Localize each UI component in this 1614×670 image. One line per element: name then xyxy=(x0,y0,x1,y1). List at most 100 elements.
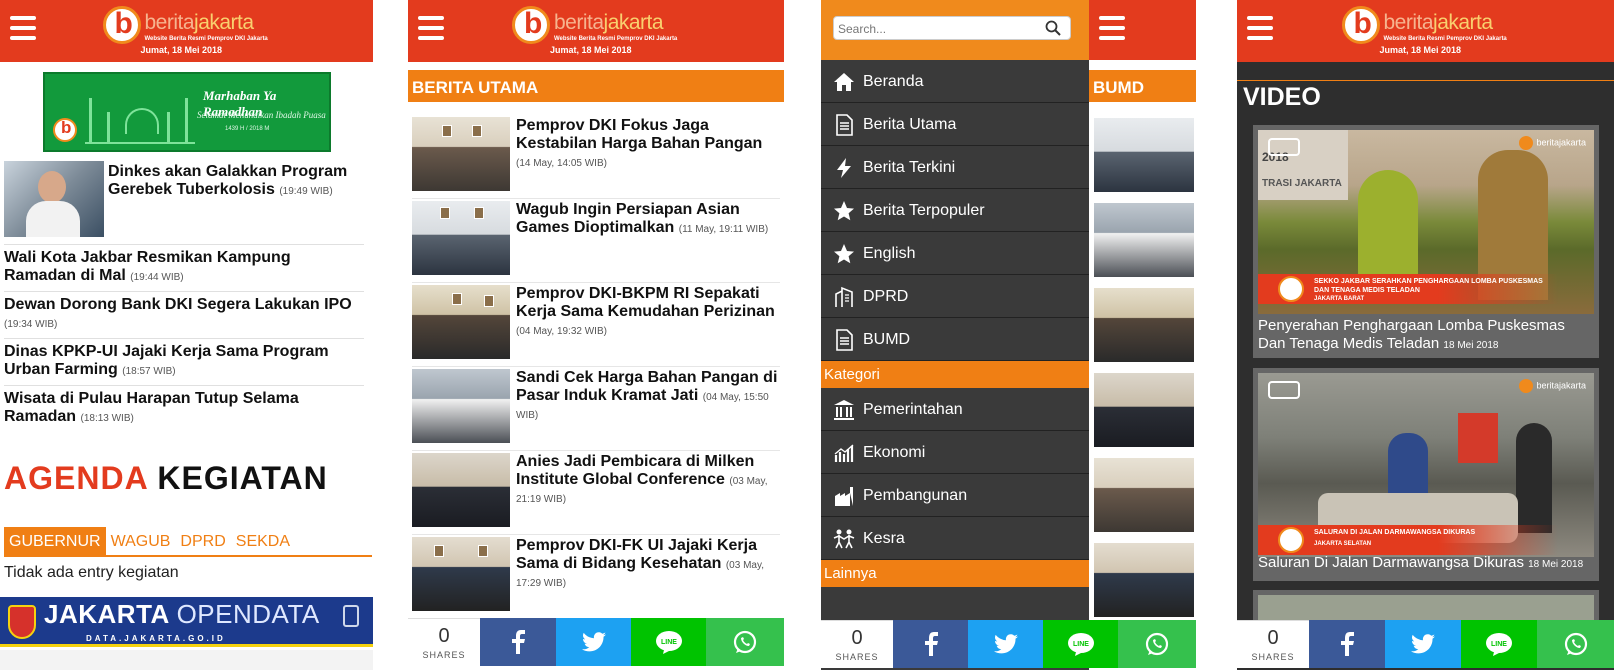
hamburger-menu-icon[interactable] xyxy=(418,16,444,42)
twitter-share-button[interactable] xyxy=(556,618,631,666)
search-icon[interactable] xyxy=(1045,20,1061,36)
site-header xyxy=(1089,0,1196,60)
menu-item-berita-terpopuler[interactable]: Berita Terpopuler xyxy=(821,189,1089,232)
site-header: beritajakarta Website Berita Resmi Pempr… xyxy=(408,0,784,62)
menu-item-pembangunan[interactable]: Pembangunan xyxy=(821,474,1089,517)
header-date: Jumat, 18 Mei 2018 xyxy=(140,45,223,55)
list-item[interactable]: Pemprov DKI Fokus Jaga Kestabilan Harga … xyxy=(412,115,780,199)
list-item[interactable]: Anies Jadi Pembicara di Milken Institute… xyxy=(412,451,780,535)
video-card[interactable]: beritajakarta SALURAN DI JALAN DARMAWANG… xyxy=(1253,368,1599,581)
story-time: (14 May, 14:05 WIB) xyxy=(516,158,607,169)
whatsapp-share-button[interactable] xyxy=(1118,620,1196,668)
story-thumbnail[interactable] xyxy=(1094,118,1194,192)
list-item[interactable]: Wisata di Pulau Harapan Tutup Selama Ram… xyxy=(4,385,364,432)
story-title[interactable]: Wisata di Pulau Harapan Tutup Selama Ram… xyxy=(4,390,299,425)
tab-sekda[interactable]: SEKDA xyxy=(231,527,295,555)
story-thumbnail[interactable] xyxy=(1094,288,1194,362)
document-icon xyxy=(836,329,853,351)
list-item[interactable]: Wagub Ingin Persiapan Asian Games Diopti… xyxy=(412,199,780,283)
story-thumbnail[interactable] xyxy=(412,453,510,527)
share-bar: 0 SHARES LINE xyxy=(821,620,1196,668)
logo-mark-icon xyxy=(1278,276,1304,302)
banner-year: 1439 H / 2018 M xyxy=(225,126,270,132)
story-title[interactable]: Anies Jadi Pembicara di Milken Institute… xyxy=(516,453,754,488)
video-thumbnail[interactable]: beritajakarta SALURAN DI JALAN DARMAWANG… xyxy=(1258,373,1594,557)
hamburger-menu-icon[interactable] xyxy=(1099,16,1125,42)
tab-gubernur[interactable]: GUBERNUR xyxy=(4,527,106,555)
story-thumbnail[interactable] xyxy=(412,285,510,359)
video-card[interactable]: 2018 TRASI JAKARTA beritajakarta SEKKO JA… xyxy=(1253,125,1599,358)
tab-dprd[interactable]: DPRD xyxy=(175,527,230,555)
line-share-button[interactable]: LINE xyxy=(1461,620,1537,668)
list-item[interactable]: Dinas KPKP-UI Jajaki Kerja Sama Program … xyxy=(4,338,364,385)
facebook-share-button[interactable] xyxy=(893,620,968,668)
menu-item-pemerintahan[interactable]: Pemerintahan xyxy=(821,388,1089,431)
opendata-banner[interactable]: JAKARTA OPENDATA DATA.JAKARTA.GO.ID xyxy=(0,597,373,647)
hamburger-menu-icon[interactable] xyxy=(1247,16,1273,42)
hamburger-menu-icon[interactable] xyxy=(10,16,36,42)
twitter-share-button[interactable] xyxy=(968,620,1043,668)
story-thumbnail[interactable] xyxy=(1094,458,1194,532)
site-logo[interactable]: beritajakarta Website Berita Resmi Pempr… xyxy=(512,4,680,58)
line-share-button[interactable]: LINE xyxy=(631,618,706,666)
whatsapp-share-button[interactable] xyxy=(706,618,784,666)
menu-item-english[interactable]: English xyxy=(821,232,1089,275)
facebook-share-button[interactable] xyxy=(480,618,556,666)
video-caption-banner: SALURAN DI JALAN DARMAWANGSA DIKURAS JAK… xyxy=(1258,525,1558,555)
top-story[interactable]: Dinkes akan Galakkan Program Gerebek Tub… xyxy=(4,161,364,239)
story-title[interactable]: Pemprov DKI-FK UI Jajaki Kerja Sama di B… xyxy=(516,537,757,572)
video-camera-icon xyxy=(1268,138,1300,156)
twitter-share-button[interactable] xyxy=(1385,620,1461,668)
story-title[interactable]: Dewan Dorong Bank DKI Segera Lakukan IPO xyxy=(4,296,352,313)
whatsapp-icon xyxy=(1564,632,1587,656)
facebook-share-button[interactable] xyxy=(1309,620,1385,668)
bolt-icon xyxy=(837,158,851,178)
story-thumbnail[interactable] xyxy=(1094,203,1194,277)
story-thumbnail[interactable] xyxy=(412,537,510,611)
site-logo[interactable]: beritajakarta Website Berita Resmi Pempr… xyxy=(1341,4,1510,58)
story-thumbnail[interactable] xyxy=(4,161,104,237)
tab-wagub[interactable]: WAGUB xyxy=(106,527,176,555)
search-area: Search... xyxy=(821,0,1089,60)
story-title[interactable]: Pemprov DKI Fokus Jaga Kestabilan Harga … xyxy=(516,117,762,152)
video-thumbnail[interactable]: 2018 TRASI JAKARTA beritajakarta SEKKO JA… xyxy=(1258,130,1594,314)
whatsapp-share-button[interactable] xyxy=(1537,620,1614,668)
story-thumbnail[interactable] xyxy=(412,117,510,191)
facebook-icon xyxy=(1341,632,1354,656)
video-caption[interactable]: Saluran Di Jalan Darmawangsa Dikuras 18 … xyxy=(1258,554,1594,574)
list-item[interactable]: Wali Kota Jakbar Resmikan Kampung Ramada… xyxy=(4,244,364,291)
search-input[interactable]: Search... xyxy=(833,16,1071,40)
story-title[interactable]: Pemprov DKI-BKPM RI Sepakati Kerja Sama … xyxy=(516,285,775,320)
menu-item-bumd[interactable]: BUMD xyxy=(821,318,1089,361)
list-item[interactable]: Pemprov DKI-BKPM RI Sepakati Kerja Sama … xyxy=(412,283,780,367)
video-camera-icon xyxy=(1268,381,1300,399)
site-header: beritajakarta Website Berita Resmi Pempr… xyxy=(1237,0,1614,62)
building-icon xyxy=(835,286,853,307)
story-thumbnail[interactable] xyxy=(412,201,510,275)
menu-item-beranda[interactable]: Beranda xyxy=(821,60,1089,103)
story-thumbnail[interactable] xyxy=(1094,543,1194,617)
logo-mark-icon xyxy=(1341,6,1380,44)
ramadan-banner[interactable]: Marhaban Ya Ramadhan Selamat Menunaikan … xyxy=(43,72,331,152)
video-caption[interactable]: Penyerahan Penghargaan Lomba Puskesmas D… xyxy=(1258,317,1594,355)
list-item[interactable]: Sandi Cek Harga Bahan Pangan di Pasar In… xyxy=(412,367,780,451)
menu-item-berita-utama[interactable]: Berita Utama xyxy=(821,103,1089,146)
menu-item-berita-terkini[interactable]: Berita Terkini xyxy=(821,146,1089,189)
jakarta-crest-icon xyxy=(8,605,36,639)
line-icon: LINE xyxy=(1067,633,1094,656)
list-item[interactable]: Dewan Dorong Bank DKI Segera Lakukan IPO… xyxy=(4,291,364,338)
home-icon xyxy=(834,73,854,91)
star-icon xyxy=(834,201,854,221)
menu-item-ekonomi[interactable]: Ekonomi xyxy=(821,431,1089,474)
facebook-icon xyxy=(512,630,525,654)
story-thumbnail[interactable] xyxy=(1094,373,1194,447)
list-item[interactable]: Pemprov DKI-FK UI Jajaki Kerja Sama di B… xyxy=(412,535,780,619)
share-count: 0 SHARES xyxy=(821,620,893,668)
latest-news-list: Wali Kota Jakbar Resmikan Kampung Ramada… xyxy=(4,244,364,432)
line-share-button[interactable]: LINE xyxy=(1043,620,1118,668)
panel-home: beritajakarta Website Berita Resmi Pempr… xyxy=(0,0,373,670)
story-thumbnail[interactable] xyxy=(412,369,510,443)
site-logo[interactable]: beritajakarta Website Berita Resmi Pempr… xyxy=(102,4,271,58)
menu-item-dprd[interactable]: DPRD xyxy=(821,275,1089,318)
menu-item-kesra[interactable]: Kesra xyxy=(821,517,1089,560)
